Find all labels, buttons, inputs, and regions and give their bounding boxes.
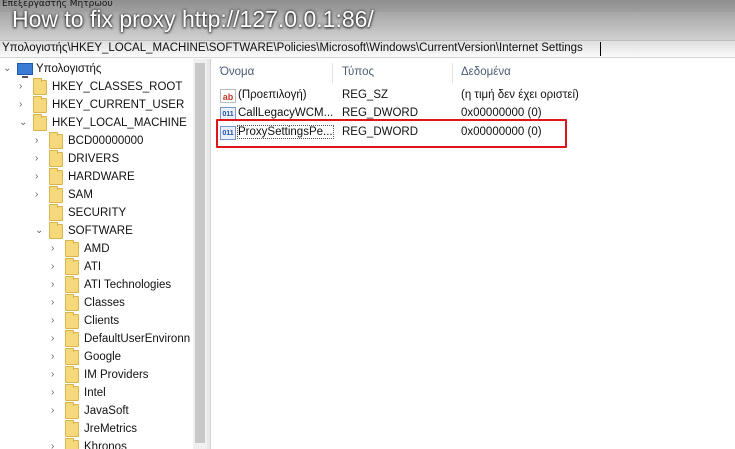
column-header-data[interactable]: Δεδομένα — [461, 66, 511, 78]
chevron-right-icon[interactable]: › — [51, 388, 61, 398]
folder-icon — [65, 240, 79, 257]
string-value-icon: ab — [220, 89, 236, 103]
tree-scrollbar[interactable] — [193, 59, 207, 449]
address-bar[interactable]: Υπολογιστής\HKEY_LOCAL_MACHINE\SOFTWARE\… — [0, 40, 735, 58]
chevron-right-icon[interactable]: › — [35, 172, 45, 182]
chevron-down-icon[interactable]: ⌄ — [19, 118, 29, 128]
folder-icon — [65, 366, 79, 383]
chevron-right-icon[interactable]: › — [51, 334, 61, 344]
tree-node-label: HKEY_CURRENT_USER — [52, 99, 185, 111]
chevron-right-icon[interactable]: › — [51, 442, 61, 449]
value-data: 0x00000000 (0) — [461, 107, 542, 119]
tree-node-label: AMD — [84, 243, 110, 255]
chevron-right-icon[interactable] — [51, 424, 61, 434]
tree-node-label: Google — [84, 351, 122, 363]
folder-icon — [65, 312, 79, 329]
chevron-right-icon[interactable]: › — [51, 406, 61, 416]
annotation-highlight-box — [216, 119, 567, 148]
chevron-right-icon[interactable]: › — [51, 370, 61, 380]
value-name: (Προεπιλογή) — [238, 89, 307, 101]
chevron-right-icon[interactable]: › — [35, 136, 45, 146]
folder-icon — [49, 204, 63, 221]
tree-node-label: Intel — [84, 387, 106, 399]
tree-node-label: ATI — [84, 261, 102, 273]
chevron-right-icon[interactable]: › — [35, 154, 45, 164]
chevron-down-icon[interactable]: ⌄ — [35, 226, 45, 236]
scrollbar-thumb[interactable] — [195, 63, 205, 443]
folder-icon — [65, 330, 79, 347]
tree-node-label: Υπολογιστής — [36, 63, 102, 75]
folder-icon — [49, 150, 63, 167]
tree-node-label: Classes — [84, 297, 125, 309]
tree-node-label: BCD00000000 — [68, 135, 144, 147]
folder-icon — [65, 384, 79, 401]
values-list[interactable]: Όνομα Τύπος Δεδομένα ab (Προεπιλογή) REG… — [212, 59, 735, 449]
folder-icon — [49, 186, 63, 203]
chevron-right-icon[interactable]: › — [51, 352, 61, 362]
chevron-down-icon[interactable]: ⌄ — [3, 64, 13, 74]
chevron-right-icon[interactable]: › — [51, 280, 61, 290]
chevron-right-icon[interactable]: › — [19, 82, 29, 92]
value-row-default[interactable]: ab (Προεπιλογή) REG_SZ (η τιμή δεν έχει … — [212, 87, 735, 105]
column-header-name[interactable]: Όνομα — [220, 66, 254, 78]
tree-node-label: DRIVERS — [68, 153, 120, 165]
value-type: REG_DWORD — [342, 107, 419, 119]
tree-node-label: IM Providers — [84, 369, 149, 381]
tree-node-label: SECURITY — [68, 207, 127, 219]
folder-icon — [65, 258, 79, 275]
video-title: How to fix proxy http://127.0.0.1:86/ — [12, 6, 374, 32]
folder-icon — [33, 114, 47, 131]
address-path[interactable]: Υπολογιστής\HKEY_LOCAL_MACHINE\SOFTWARE\… — [2, 42, 583, 54]
folder-icon — [65, 348, 79, 365]
folder-icon — [65, 420, 79, 437]
tree-node-label: ATI Technologies — [84, 279, 172, 291]
tree-node-label: Clients — [84, 315, 120, 327]
folder-icon — [65, 402, 79, 419]
column-divider[interactable] — [332, 63, 333, 83]
chevron-right-icon[interactable]: › — [51, 316, 61, 326]
chevron-right-icon[interactable]: › — [35, 190, 45, 200]
tree-node-label: Khronos — [84, 441, 127, 449]
tree-node-label: HARDWARE — [68, 171, 135, 183]
folder-icon — [49, 222, 63, 239]
tree-node-label: JavaSoft — [84, 405, 129, 417]
pane-splitter[interactable] — [207, 59, 211, 449]
folder-icon — [49, 132, 63, 149]
tree-node-label: JreMetrics — [84, 423, 138, 435]
tree-node-label: DefaultUserEnvironn — [84, 333, 191, 345]
folder-icon — [49, 168, 63, 185]
chevron-right-icon[interactable] — [35, 208, 45, 218]
value-name: CallLegacyWCM... — [238, 107, 334, 119]
chevron-right-icon[interactable]: › — [19, 100, 29, 110]
text-caret — [600, 42, 601, 56]
registry-tree[interactable]: ⌄ Υπολογιστής › HKEY_CLASSES_ROOT › HKEY_CURR… — [0, 59, 193, 449]
column-header-type[interactable]: Τύπος — [342, 66, 374, 78]
chevron-right-icon[interactable]: › — [51, 298, 61, 308]
column-divider[interactable] — [452, 63, 453, 83]
value-type: REG_SZ — [342, 89, 389, 101]
tree-node-label: HKEY_LOCAL_MACHINE — [52, 117, 187, 129]
folder-icon — [65, 438, 79, 449]
folder-icon — [65, 276, 79, 293]
value-data: (η τιμή δεν έχει οριστεί) — [461, 89, 579, 101]
tree-node-label: SOFTWARE — [68, 225, 133, 237]
folder-icon — [65, 294, 79, 311]
folder-icon — [33, 96, 47, 113]
computer-icon — [17, 63, 33, 78]
folder-icon — [33, 78, 47, 95]
chevron-right-icon[interactable]: › — [51, 244, 61, 254]
chevron-right-icon[interactable]: › — [51, 262, 61, 272]
tree-node-label: SAM — [68, 189, 93, 201]
tree-node-label: HKEY_CLASSES_ROOT — [52, 81, 183, 93]
